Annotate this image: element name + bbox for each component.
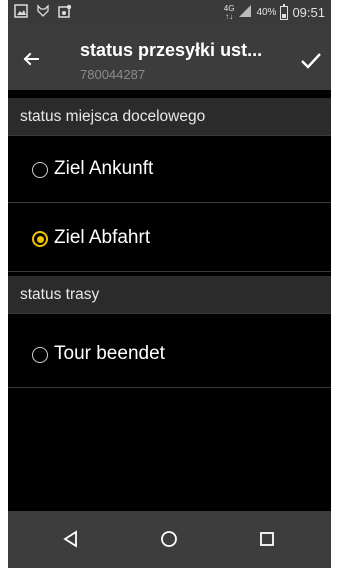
network-activity: ↑↓ bbox=[225, 11, 234, 21]
fox-icon bbox=[36, 4, 50, 18]
nav-recents-button[interactable] bbox=[256, 528, 278, 550]
image-icon bbox=[14, 4, 28, 18]
option-ziel-abfahrt[interactable]: Ziel Abfahrt bbox=[8, 206, 331, 272]
notification-icon bbox=[58, 4, 72, 18]
arrow-left-icon bbox=[23, 52, 39, 66]
option-ziel-ankunft[interactable]: Ziel Ankunft bbox=[8, 137, 331, 203]
back-button[interactable] bbox=[18, 46, 44, 72]
option-label: Tour beendet bbox=[54, 343, 165, 364]
section-header-destination: status miejsca docelowego bbox=[8, 98, 331, 136]
section-header-route: status trasy bbox=[8, 276, 331, 314]
status-icons-right: 4G ↑↓ 40% 09:51 bbox=[224, 3, 325, 21]
radio-unchecked-icon[interactable] bbox=[32, 162, 48, 178]
nav-home-button[interactable] bbox=[158, 528, 180, 550]
shipment-number: 780044287 bbox=[80, 67, 146, 82]
check-icon bbox=[301, 53, 321, 69]
signal-icon bbox=[238, 4, 252, 21]
home-circle-icon bbox=[161, 531, 177, 547]
app-bar: status przesyłki ust... 780044287 bbox=[8, 24, 331, 90]
page-title: status przesyłki ust... bbox=[80, 40, 263, 60]
option-tour-beendet[interactable]: Tour beendet bbox=[8, 322, 331, 388]
network-indicator: 4G ↑↓ bbox=[224, 4, 235, 21]
battery-icon bbox=[280, 3, 289, 20]
confirm-button[interactable] bbox=[297, 46, 325, 74]
battery-percent: 40% bbox=[256, 7, 277, 18]
radio-unchecked-icon[interactable] bbox=[32, 347, 48, 363]
option-label: Ziel Abfahrt bbox=[54, 227, 151, 248]
system-nav-bar bbox=[8, 511, 331, 568]
status-icons-left bbox=[14, 4, 72, 18]
option-label: Ziel Ankunft bbox=[54, 158, 154, 179]
nav-back-button[interactable] bbox=[60, 528, 82, 550]
recents-square-icon bbox=[260, 532, 274, 546]
phone-screen: 4G ↑↓ 40% 09:51 status przesyłki ust... … bbox=[8, 0, 331, 568]
status-bar: 4G ↑↓ 40% 09:51 bbox=[8, 0, 331, 24]
back-triangle-icon bbox=[63, 530, 77, 548]
radio-checked-icon[interactable] bbox=[32, 231, 48, 247]
clock: 09:51 bbox=[292, 5, 325, 20]
